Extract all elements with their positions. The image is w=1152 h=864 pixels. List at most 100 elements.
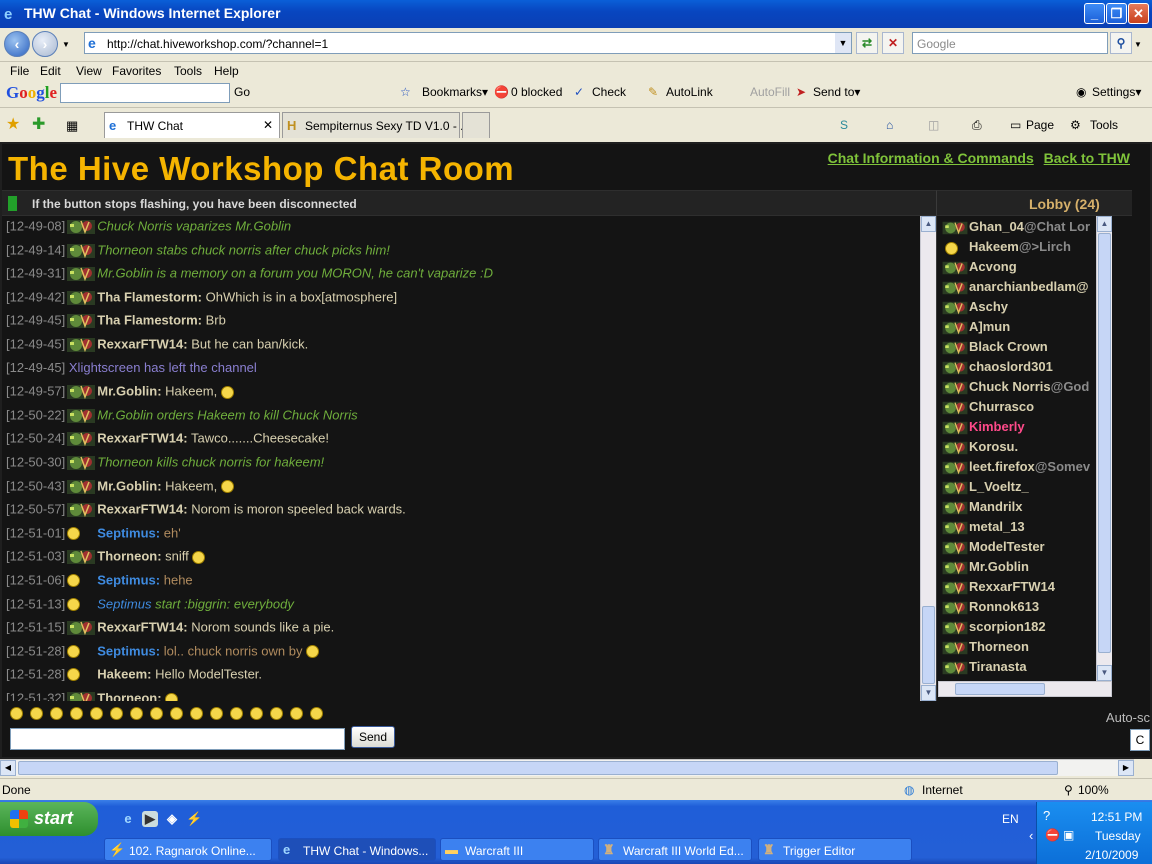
emoticon-button-icon[interactable]: [110, 707, 123, 721]
refresh-button[interactable]: ⇄: [856, 32, 878, 54]
lobby-user-name[interactable]: RexxarFTW14: [969, 579, 1055, 594]
tab-thw-chat[interactable]: e THW Chat ✕: [104, 112, 280, 138]
help-tray-icon[interactable]: ?: [1043, 808, 1050, 823]
tab-sempiternus[interactable]: H Sempiternus Sexy TD V1.0 - ...: [282, 112, 470, 138]
scroll-up-icon[interactable]: ▲: [921, 216, 936, 232]
message-nick[interactable]: Septimus:: [97, 572, 160, 587]
message-nick[interactable]: Septimus:: [97, 643, 160, 658]
lobby-scrollbar[interactable]: ▲ ▼: [1096, 216, 1112, 681]
lobby-user[interactable]: Mr.Goblin: [941, 559, 1029, 579]
lobby-user[interactable]: Ghan_04@Chat Lor: [941, 219, 1090, 239]
lobby-user-name[interactable]: Korosu.: [969, 439, 1018, 454]
lobby-user[interactable]: chaoslord301: [941, 359, 1053, 379]
lobby-user[interactable]: L_Voeltz_: [941, 479, 1029, 499]
lobby-user-name[interactable]: Churrasco: [969, 399, 1034, 414]
emoticon-button-icon[interactable]: [130, 707, 143, 721]
favorites-star-icon[interactable]: ★: [6, 114, 20, 134]
feeds-icon[interactable]: ◫: [928, 118, 939, 132]
start-button[interactable]: start: [0, 802, 98, 836]
emoticon-button-icon[interactable]: [210, 707, 223, 721]
lobby-scroll-down-icon[interactable]: ▼: [1097, 665, 1112, 681]
network-tray-icon[interactable]: ▣: [1063, 828, 1074, 842]
close-window-button[interactable]: ✕: [1128, 3, 1149, 24]
lobby-user-name[interactable]: L_Voeltz_: [969, 479, 1029, 494]
lobby-user[interactable]: Churrasco: [941, 399, 1034, 419]
restore-button[interactable]: ❐: [1106, 3, 1127, 24]
taskbar-thw-chat[interactable]: e THW Chat - Windows...: [278, 838, 436, 861]
clock-time[interactable]: 12:51 PM: [1091, 810, 1142, 824]
lobby-user[interactable]: Acvong: [941, 259, 1017, 279]
emoticon-button-icon[interactable]: [270, 707, 283, 721]
lobby-user[interactable]: Korosu.: [941, 439, 1018, 459]
address-url[interactable]: http://chat.hiveworkshop.com/?channel=1: [107, 37, 328, 51]
message-nick[interactable]: Thorneon:: [97, 690, 161, 701]
lobby-user[interactable]: A]mun: [941, 319, 1010, 339]
autofill-button[interactable]: AutoFill: [750, 85, 790, 99]
lobby-user-name[interactable]: ModelTester: [969, 539, 1045, 554]
lobby-user-name[interactable]: Hakeem: [969, 239, 1019, 254]
lobby-scroll-thumb[interactable]: [1098, 233, 1111, 653]
emoticon-button-icon[interactable]: [70, 707, 83, 721]
ie-quicklaunch-icon[interactable]: e: [120, 811, 136, 827]
skype-icon[interactable]: S: [840, 118, 848, 132]
lobby-user-name[interactable]: Acvong: [969, 259, 1017, 274]
lobby-user-name[interactable]: Aschy: [969, 299, 1008, 314]
lobby-user-name[interactable]: Mandrilx: [969, 499, 1022, 514]
message-nick[interactable]: Mr.Goblin:: [97, 478, 161, 493]
lobby-user[interactable]: Tiranasta: [941, 659, 1027, 679]
check-button[interactable]: Check: [592, 85, 626, 99]
lobby-user[interactable]: Thorneon: [941, 639, 1029, 659]
close-tab-icon[interactable]: ✕: [263, 118, 273, 132]
lobby-user-name[interactable]: leet.firefox: [969, 459, 1035, 474]
search-input[interactable]: Google: [912, 32, 1108, 54]
emoticon-button-icon[interactable]: [230, 707, 243, 721]
quick-tabs-icon[interactable]: ▦: [66, 118, 78, 134]
media-player-icon[interactable]: ▶: [142, 811, 158, 827]
message-nick[interactable]: Mr.Goblin:: [97, 384, 161, 399]
lobby-user-name[interactable]: anarchianbedlam@: [969, 279, 1089, 294]
page-menu-button[interactable]: Page: [1026, 118, 1054, 132]
add-favorite-icon[interactable]: ✚: [32, 114, 45, 134]
menu-favorites[interactable]: Favorites: [112, 64, 161, 78]
taskbar-trigger-editor[interactable]: ♜ Trigger Editor: [758, 838, 912, 861]
message-nick[interactable]: Septimus: [97, 596, 151, 611]
taskbar-world-editor[interactable]: ♜ Warcraft III World Ed...: [598, 838, 752, 861]
address-bar[interactable]: e http://chat.hiveworkshop.com/?channel=…: [84, 32, 852, 54]
menu-help[interactable]: Help: [214, 64, 239, 78]
scroll-down-icon[interactable]: ▼: [921, 685, 936, 701]
message-input[interactable]: [10, 728, 345, 750]
lobby-user-name[interactable]: Black Crown: [969, 339, 1048, 354]
menu-tools[interactable]: Tools: [174, 64, 202, 78]
lobby-user[interactable]: anarchianbedlam@: [941, 279, 1089, 299]
lobby-user-name[interactable]: Ronnok613: [969, 599, 1039, 614]
lobby-user-name[interactable]: A]mun: [969, 319, 1010, 334]
scroll-right-icon[interactable]: ▶: [1118, 760, 1134, 776]
menu-edit[interactable]: Edit: [40, 64, 61, 78]
lobby-user-name[interactable]: Chuck Norris: [969, 379, 1051, 394]
lobby-hscroll-thumb[interactable]: [955, 683, 1045, 695]
lobby-user-name[interactable]: Tiranasta: [969, 659, 1027, 674]
lobby-user-name[interactable]: chaoslord301: [969, 359, 1053, 374]
emoticon-button-icon[interactable]: [10, 707, 23, 721]
lobby-user-name[interactable]: Kimberly: [969, 419, 1025, 434]
emoticon-button-icon[interactable]: [190, 707, 203, 721]
tools-menu-button[interactable]: Tools: [1090, 118, 1118, 132]
autolink-button[interactable]: AutoLink: [666, 85, 713, 99]
lobby-user[interactable]: ModelTester: [941, 539, 1045, 559]
lobby-user[interactable]: Ronnok613: [941, 599, 1039, 619]
send-button[interactable]: Send: [351, 726, 395, 748]
message-nick[interactable]: Septimus:: [97, 525, 160, 540]
emoticon-button-icon[interactable]: [150, 707, 163, 721]
lobby-user[interactable]: RexxarFTW14: [941, 579, 1055, 599]
auto-scroll-button[interactable]: C: [1130, 729, 1150, 751]
home-icon[interactable]: ⌂: [886, 118, 893, 132]
lobby-user[interactable]: Chuck Norris@God: [941, 379, 1089, 399]
lobby-user[interactable]: Kimberly: [941, 419, 1025, 439]
settings-button[interactable]: Settings▾: [1092, 85, 1141, 99]
security-tray-icon[interactable]: ⛔: [1045, 828, 1060, 842]
chat-scrollbar[interactable]: ▲ ▼: [920, 216, 936, 701]
lobby-user-name[interactable]: scorpion182: [969, 619, 1046, 634]
sendto-button[interactable]: Send to▾: [813, 85, 860, 99]
emoticon-button-icon[interactable]: [90, 707, 103, 721]
lobby-user[interactable]: Mandrilx: [941, 499, 1022, 519]
